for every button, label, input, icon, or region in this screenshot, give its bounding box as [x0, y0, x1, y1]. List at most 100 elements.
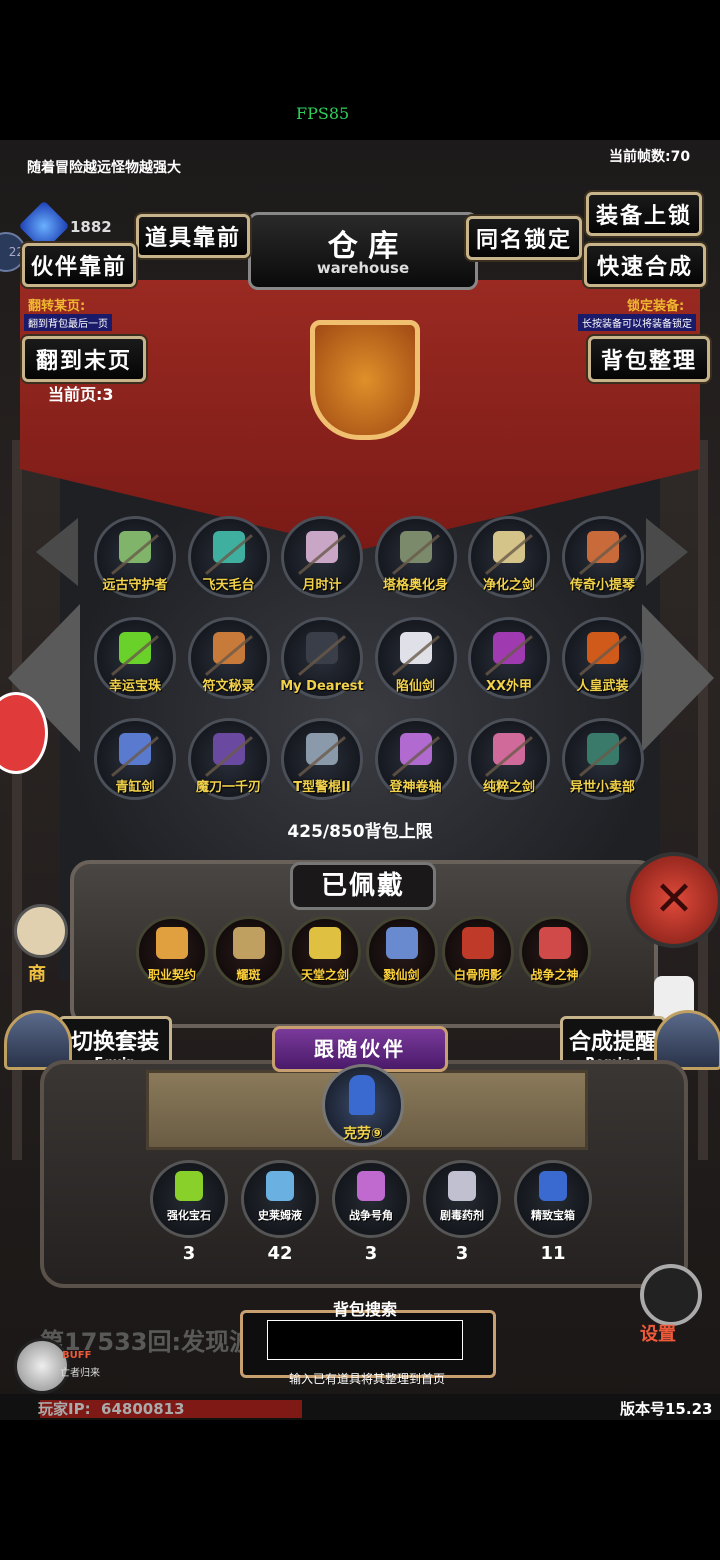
- partner-slot[interactable]: 克劳⑨: [322, 1064, 404, 1146]
- consumable-name: 精致宝箱: [531, 1209, 575, 1222]
- warehouse-slot[interactable]: 青缸剑: [94, 718, 176, 800]
- equipped-item-name: 天堂之剑: [300, 968, 349, 982]
- warehouse-slot[interactable]: 符文秘录: [187, 617, 270, 699]
- warehouse-slot[interactable]: 传奇小提琴: [561, 516, 644, 598]
- bag-sort-button[interactable]: 背包整理: [588, 336, 710, 382]
- consumable-icon: [175, 1171, 203, 1201]
- settings-label[interactable]: 设置: [640, 1320, 676, 1346]
- equipped-list: 职业契约 耀斑 天堂之剑 戮仙剑 白骨阴影 战争之神: [136, 916, 596, 996]
- equipped-item-name: 白骨阴影: [453, 968, 502, 982]
- consumable-count: 3: [455, 1243, 469, 1264]
- item-name: 飞天毛台: [202, 578, 255, 593]
- item-name: 纯粹之剑: [482, 780, 535, 795]
- consumables-list: 强化宝石 3 史莱姆液 42 战争号角 3 剧毒药剂 3 精致宝箱 11: [150, 1160, 610, 1270]
- consumable-count: 11: [540, 1243, 566, 1264]
- gem-count: 1882: [70, 218, 112, 236]
- warehouse-slot[interactable]: 幸运宝珠: [94, 617, 176, 699]
- warehouse-slot[interactable]: 飞天毛台: [187, 516, 270, 598]
- item-name: My Dearest: [280, 679, 364, 694]
- warehouse-slot[interactable]: 净化之剑: [468, 516, 550, 598]
- equipped-item-name: 战争之神: [530, 968, 579, 982]
- warehouse-slot[interactable]: 魔刀一千刃: [187, 718, 270, 800]
- equip-lock-button[interactable]: 装备上锁: [586, 192, 702, 236]
- lock-equip-label: 锁定装备:: [627, 299, 685, 314]
- warehouse-slot[interactable]: 陷仙剑: [374, 617, 457, 699]
- partner-front-button[interactable]: 伙伴靠前: [22, 243, 136, 287]
- buff-label: BUFF: [62, 1350, 92, 1361]
- notice-text: 随着冒险越远怪物越强大: [27, 160, 181, 176]
- equipped-slot[interactable]: 戮仙剑: [365, 916, 438, 988]
- consumable-slot[interactable]: 强化宝石 3: [150, 1160, 228, 1264]
- equipped-slot[interactable]: 白骨阴影: [442, 916, 514, 988]
- consumable-slot[interactable]: 精致宝箱 11: [514, 1160, 592, 1264]
- shop-icon[interactable]: [14, 904, 68, 958]
- flip-page-hint: 翻到背包最后一页: [24, 314, 112, 331]
- equipped-slot[interactable]: 耀斑: [212, 916, 285, 988]
- equipped-item-icon: [385, 927, 418, 959]
- item-name: 传奇小提琴: [569, 578, 635, 593]
- same-name-lock-button[interactable]: 同名锁定: [466, 216, 582, 260]
- prev-page-small-icon[interactable]: [36, 518, 78, 586]
- warehouse-slot[interactable]: 塔格奥化身: [374, 516, 457, 598]
- item-name: 塔格奥化身: [382, 578, 448, 593]
- buff-sub-label: 亡者归来: [60, 1368, 100, 1379]
- close-icon[interactable]: ✕: [626, 852, 720, 948]
- consumable-icon: [266, 1171, 294, 1201]
- consumable-slot[interactable]: 剧毒药剂 3: [423, 1160, 501, 1264]
- lock-equip-hint: 长按装备可以将装备锁定: [578, 314, 696, 331]
- item-name: 符文秘录: [202, 679, 255, 694]
- item-name: 人皇武装: [576, 679, 629, 694]
- equipped-item-icon: [309, 927, 341, 959]
- equipped-item-icon: [156, 927, 188, 959]
- warehouse-slot[interactable]: 纯粹之剑: [468, 718, 550, 800]
- consumable-icon: [539, 1171, 567, 1201]
- warehouse-slot[interactable]: 登神卷轴: [374, 718, 457, 800]
- player-ip: 玩家IP: 64800813: [38, 1400, 185, 1418]
- consumable-icon: [448, 1171, 476, 1201]
- item-name: 远古守护者: [102, 578, 168, 593]
- consumable-name: 强化宝石: [167, 1209, 211, 1222]
- game-screen: 随着冒险越远怪物越强大 当前帧数:70 1882 22 仓 库 warehous…: [0, 140, 720, 1420]
- consumable-slot[interactable]: 史莱姆液 42: [241, 1160, 319, 1264]
- warehouse-slot[interactable]: 人皇武装: [561, 617, 644, 699]
- warehouse-slot[interactable]: 月时计: [281, 516, 363, 598]
- version-text: 版本号15.23: [620, 1400, 713, 1418]
- consumable-name: 史莱姆液: [258, 1209, 302, 1222]
- warehouse-slot[interactable]: 远古守护者: [94, 516, 176, 598]
- search-input[interactable]: [267, 1320, 463, 1360]
- equipped-slot[interactable]: 天堂之剑: [289, 916, 361, 988]
- warehouse-slot[interactable]: 异世小卖部: [561, 718, 644, 800]
- frame-rate-text: 当前帧数:70: [609, 149, 691, 165]
- partner-name: 克劳⑨: [343, 1126, 383, 1142]
- items-front-button[interactable]: 道具靠前: [136, 214, 250, 258]
- item-name: 异世小卖部: [569, 780, 635, 795]
- warehouse-slot[interactable]: T型警棍II: [281, 718, 363, 800]
- equipped-item-name: 职业契约: [147, 968, 196, 982]
- item-name: T型警棍II: [293, 780, 351, 795]
- consumable-count: 42: [267, 1243, 293, 1264]
- shop-label: 商: [28, 964, 46, 985]
- item-name: 净化之剑: [482, 578, 535, 593]
- consumable-slot[interactable]: 战争号角 3: [332, 1160, 410, 1264]
- warehouse-slot[interactable]: XX外甲: [468, 617, 550, 699]
- quick-merge-button[interactable]: 快速合成: [584, 243, 706, 287]
- consumable-count: 3: [182, 1243, 196, 1264]
- capacity-text: 425/850背包上限: [287, 822, 433, 842]
- item-name: 幸运宝珠: [108, 679, 161, 694]
- warehouse-grid: 远古守护者 飞天毛台 月时计 塔格奥化身 净化之剑 传奇小提琴幸运宝珠 符文秘录 My Dea…: [94, 516, 654, 816]
- consumable-name: 剧毒药剂: [440, 1209, 484, 1222]
- equipped-title: 已佩戴: [290, 862, 436, 910]
- warehouse-slot[interactable]: My Dearest: [280, 617, 364, 699]
- to-last-page-button[interactable]: 翻到末页: [22, 336, 146, 382]
- item-name: 陷仙剑: [395, 679, 435, 694]
- equipped-slot[interactable]: 战争之神: [518, 916, 591, 988]
- item-name: 青缸剑: [115, 780, 155, 795]
- switch-set-label: 切换套装: [70, 1030, 159, 1055]
- equipped-item-icon: [232, 927, 265, 959]
- consumable-count: 3: [364, 1243, 378, 1264]
- title-en: warehouse: [316, 259, 410, 277]
- item-name: 魔刀一千刃: [195, 780, 261, 795]
- current-page-text: 当前页:3: [48, 385, 114, 404]
- consumable-icon: [357, 1171, 385, 1201]
- equipped-slot[interactable]: 职业契约: [136, 916, 208, 988]
